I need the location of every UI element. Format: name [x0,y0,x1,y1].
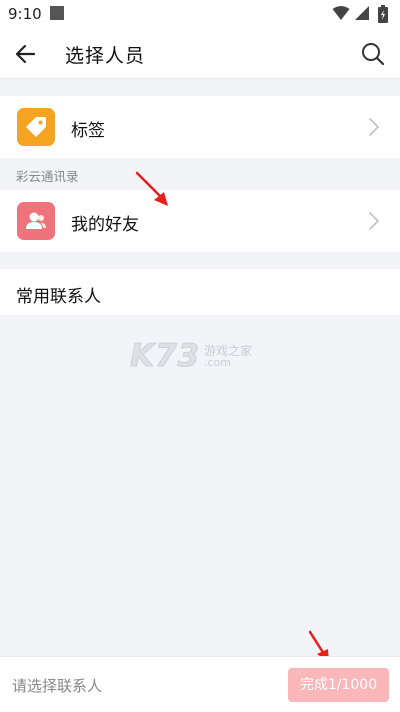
tags-row[interactable]: 标签 [0,96,400,158]
bottom-bar: 请选择联系人 完成1/1000 [0,656,400,712]
watermark-sub2: .com [204,356,231,369]
watermark-main: K73 [129,338,201,375]
back-arrow-icon [15,44,36,64]
app-bar: 选择人员 [0,30,400,79]
tags-label: 标签 [71,121,105,141]
section-label: 彩云通讯录 [16,169,79,184]
chevron-right-icon [369,118,379,136]
tag-icon-badge [17,108,55,146]
chevron-right-icon [369,212,379,230]
friends-icon-badge [17,202,55,240]
search-icon [362,43,385,66]
annotation-arrow-icon [135,171,168,206]
page-title: 选择人员 [65,45,146,67]
friends-icon [26,212,46,229]
done-button[interactable]: 完成1/1000 [288,668,389,702]
selection-placeholder: 请选择联系人 [12,677,103,695]
tag-icon [26,117,46,137]
signal-icon [355,6,369,20]
friends-label: 我的好友 [71,215,139,235]
status-bar: 9:10 [0,0,400,30]
wifi-icon [332,6,350,20]
battery-icon [378,5,388,23]
back-button[interactable] [12,41,40,67]
search-button[interactable] [360,41,386,67]
frequent-contacts-header: 常用联系人 [0,269,400,315]
status-icons [332,5,392,23]
notification-icon [50,6,64,20]
watermark-logo: K73 游戏之家 .com [129,338,280,378]
friends-row[interactable]: 我的好友 [0,190,400,252]
status-time: 9:10 [8,5,42,23]
frequent-contacts-label: 常用联系人 [16,287,101,307]
